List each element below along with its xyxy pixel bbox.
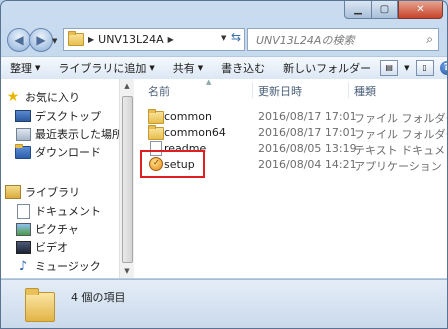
file-date: 2016/08/17 17:01 [258, 110, 357, 123]
new-folder-label: 新しいフォルダー [283, 62, 372, 75]
nav-item-libraries[interactable]: ライブラリ [5, 183, 80, 201]
chevron-down-icon: ▼ [35, 64, 41, 72]
organize-button[interactable]: 整理 ▼ [1, 60, 49, 76]
column-header-row: 名前 ▲ 更新日時 種類 [134, 78, 447, 99]
help-icon[interactable]: ? [439, 61, 447, 75]
view-dropdown-icon[interactable]: ▼ [404, 64, 409, 72]
file-date: 2016/08/17 17:01 [258, 126, 357, 139]
folder-icon [148, 125, 164, 140]
star-icon: ★ [6, 89, 20, 105]
file-name: common [164, 110, 212, 123]
view-options-icon[interactable]: ▤ [380, 60, 399, 76]
nav-label: ドキュメント [35, 205, 101, 218]
share-label: 共有 [172, 62, 195, 75]
column-divider[interactable] [348, 82, 349, 98]
file-row-common[interactable]: common 2016/08/17 17:01 ファイル フォルダー [134, 108, 447, 125]
nav-label: 最近表示した場所 [35, 128, 120, 141]
nav-item-videos[interactable]: ビデオ [15, 238, 68, 256]
burn-label: 書き込む [221, 62, 266, 75]
column-header-date[interactable]: 更新日時 [258, 83, 302, 99]
organize-label: 整理 [10, 62, 32, 75]
downloads-folder-icon [15, 143, 31, 159]
back-arrow-icon: ◀ [14, 33, 24, 47]
nav-item-favorites[interactable]: ★ お気に入り [5, 88, 80, 106]
file-date: 2016/08/05 13:19 [258, 142, 357, 155]
navigation-pane: ★ お気に入り デスクトップ 最近表示した場所 ダウンロード ライブラリ ドキュ… [1, 79, 120, 278]
highlight-box [140, 150, 205, 178]
nav-label: ピクチャ [35, 223, 79, 236]
command-bar: 整理 ▼ ライブラリに追加 ▼ 共有 ▼ 書き込む 新しいフォルダー ▤ ▼ ▯… [1, 56, 447, 80]
maximize-button[interactable]: ▢ [372, 1, 398, 19]
column-header-type[interactable]: 種類 [354, 83, 376, 99]
nav-label: デスクトップ [35, 110, 101, 123]
nav-item-downloads[interactable]: ダウンロード [15, 143, 101, 161]
share-button[interactable]: 共有 ▼ [164, 60, 212, 76]
desktop-icon [15, 109, 31, 123]
forward-arrow-icon: ▶ [36, 33, 46, 47]
back-button[interactable]: ◀ [7, 28, 31, 52]
refresh-icon[interactable]: ⇆ [229, 30, 243, 46]
scroll-up-icon[interactable]: ▲ [120, 79, 134, 93]
nav-item-documents[interactable]: ドキュメント [15, 202, 101, 220]
scroll-thumb[interactable] [122, 96, 133, 263]
nav-label: ビデオ [35, 241, 68, 254]
folder-icon [68, 31, 84, 46]
explorer-window: ▁ ▢ ✕ ◀ ▶ ▼ ▶ UNV13L24A ▶ ▼ ⇆ UNV13L24Aの… [0, 0, 448, 329]
nav-item-recent[interactable]: 最近表示した場所 [15, 125, 120, 143]
caption-buttons: ▁ ▢ ✕ [344, 1, 443, 19]
chevron-down-icon: ▼ [149, 64, 155, 72]
close-button[interactable]: ✕ [398, 1, 443, 19]
file-row-common64[interactable]: common64 2016/08/17 17:01 ファイル フォルダー [134, 124, 447, 141]
file-name: common64 [164, 126, 226, 139]
column-header-name[interactable]: 名前 [148, 83, 170, 99]
nav-item-music[interactable]: ♪ ミュージック [15, 257, 101, 275]
details-pane: 4 個の項目 [1, 279, 447, 328]
breadcrumb-current[interactable]: UNV13L24A [98, 33, 163, 46]
nav-label: ライブラリ [25, 186, 80, 199]
nav-item-desktop[interactable]: デスクトップ [15, 107, 101, 125]
videos-icon [15, 240, 31, 254]
file-list: 名前 ▲ 更新日時 種類 common 2016/08/17 17:01 ファイ… [134, 78, 447, 278]
file-date: 2016/08/04 14:21 [258, 158, 357, 171]
search-icon: ⌕ [426, 32, 433, 46]
sort-indicator-icon: ▲ [206, 78, 212, 86]
search-placeholder[interactable]: UNV13L24Aの検索 [256, 32, 354, 48]
nav-label: ミュージック [35, 260, 101, 273]
music-icon: ♪ [18, 258, 28, 274]
breadcrumb-separator-icon[interactable]: ▶ [88, 35, 94, 44]
search-box[interactable]: UNV13L24Aの検索 ⌕ [247, 28, 439, 51]
recent-pages-dropdown[interactable]: ▼ [52, 37, 57, 45]
address-bar[interactable]: ▶ UNV13L24A ▶ [63, 28, 245, 51]
chevron-down-icon: ▼ [197, 64, 204, 72]
file-type: アプリケーション [354, 160, 442, 173]
breadcrumb-separator-icon[interactable]: ▶ [168, 35, 174, 44]
new-folder-button[interactable]: 新しいフォルダー [274, 60, 380, 76]
large-folder-icon [25, 288, 55, 322]
pictures-icon [15, 222, 31, 236]
nav-label: ダウンロード [35, 146, 101, 159]
nav-label: お気に入り [25, 91, 80, 104]
minimize-button[interactable]: ▁ [344, 1, 372, 19]
documents-icon [15, 203, 31, 219]
library-icon [5, 185, 21, 199]
nav-item-pictures[interactable]: ピクチャ [15, 220, 79, 238]
folder-icon [148, 109, 164, 124]
navigation-bar: ◀ ▶ ▼ ▶ UNV13L24A ▶ ▼ ⇆ UNV13L24Aの検索 ⌕ [1, 27, 447, 53]
add-to-library-button[interactable]: ライブラリに追加 ▼ [49, 60, 163, 76]
add-library-label: ライブラリに追加 [58, 62, 147, 75]
address-dropdown[interactable]: ▼ [221, 34, 226, 42]
column-divider[interactable] [252, 82, 253, 98]
burn-button[interactable]: 書き込む [212, 60, 274, 76]
item-count: 4 個の項目 [71, 291, 126, 304]
preview-pane-icon[interactable]: ▯ [415, 60, 434, 76]
scroll-down-icon[interactable]: ▼ [120, 264, 134, 278]
recent-places-icon [15, 127, 31, 141]
navigation-scrollbar[interactable]: ▲ ▼ [119, 79, 134, 278]
forward-button[interactable]: ▶ [29, 28, 53, 52]
